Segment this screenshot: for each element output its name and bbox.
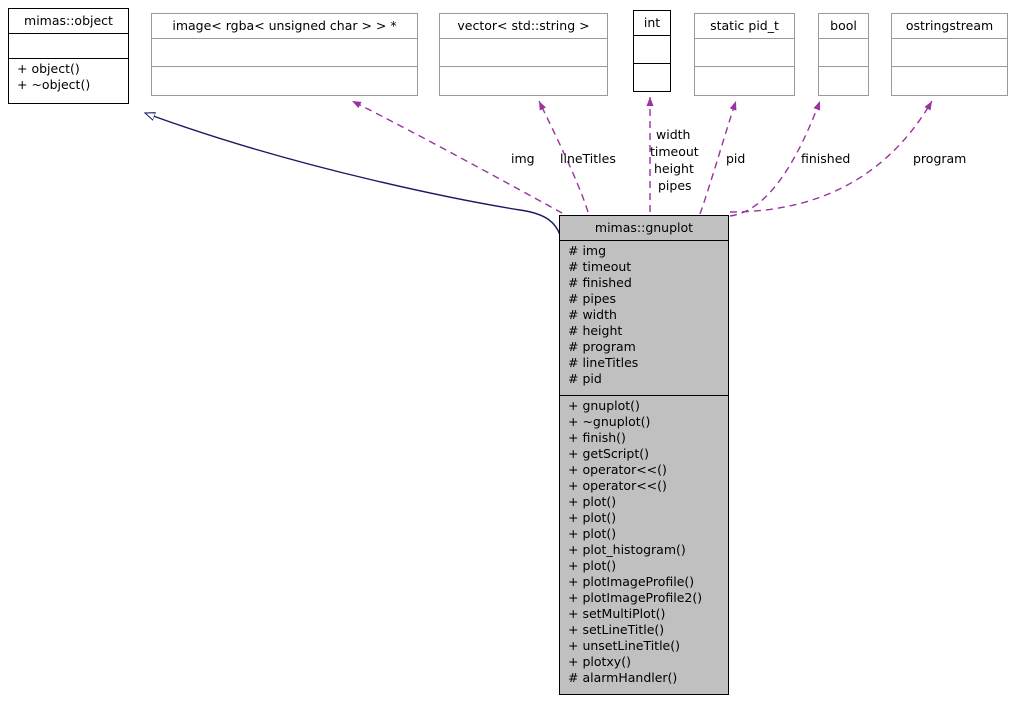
attribute-row: # finished <box>568 274 632 290</box>
methods-compartment-ostringstream <box>892 67 1007 95</box>
method-row: + gnuplot() <box>568 397 640 413</box>
attribute-row: # width <box>568 306 617 322</box>
class-box-image[interactable]: image< rgba< unsigned char > > * <box>151 13 418 96</box>
attributes-compartment-ostringstream <box>892 39 1007 67</box>
attribute-row: # pipes <box>568 290 616 306</box>
method-row: + object() <box>17 60 80 76</box>
method-row: + operator<<() <box>568 477 667 493</box>
method-row: + plot() <box>568 557 617 573</box>
methods-compartment-object: + object() + ~object() <box>9 59 128 103</box>
class-box-object[interactable]: mimas::object + object() + ~object() <box>8 8 129 104</box>
method-row: # alarmHandler() <box>568 669 678 685</box>
attribute-row: # height <box>568 322 623 338</box>
class-box-pid-t[interactable]: static pid_t <box>694 13 795 96</box>
edge-label-width: width <box>656 127 691 142</box>
method-row: + unsetLineTitle() <box>568 637 680 653</box>
method-row: + plot_histogram() <box>568 541 686 557</box>
method-row: + plotImageProfile2() <box>568 589 703 605</box>
edge-label-pid: pid <box>726 151 746 166</box>
attributes-compartment-gnuplot: # img # timeout # finished # pipes # wid… <box>560 241 728 395</box>
class-box-vector-string[interactable]: vector< std::string > <box>439 13 608 96</box>
method-row: + plotxy() <box>568 653 631 669</box>
edge-label-img: img <box>511 151 535 166</box>
method-row: + setLineTitle() <box>568 621 665 637</box>
attributes-compartment-object <box>9 34 128 58</box>
attributes-compartment-pid-t <box>695 39 794 67</box>
methods-compartment-vector-string <box>440 67 607 95</box>
class-title-vector-string: vector< std::string > <box>457 18 590 33</box>
edge-label-lineTitles: lineTitles <box>560 151 616 166</box>
class-title-bool: bool <box>830 18 857 33</box>
method-row: + operator<<() <box>568 461 667 477</box>
attribute-row: # lineTitles <box>568 354 639 370</box>
method-row: + finish() <box>568 429 626 445</box>
method-row: + plot() <box>568 509 617 525</box>
methods-compartment-gnuplot: + gnuplot() + ~gnuplot() + finish() + ge… <box>560 396 728 694</box>
method-row: + plotImageProfile() <box>568 573 695 589</box>
method-row: + setMultiPlot() <box>568 605 666 621</box>
method-row: + plot() <box>568 493 617 509</box>
methods-compartment-image <box>152 67 417 95</box>
class-box-bool[interactable]: bool <box>818 13 869 96</box>
edge-label-program: program <box>913 151 967 166</box>
attribute-row: # img <box>568 242 607 258</box>
edge-inheritance-object <box>145 113 561 236</box>
attributes-compartment-vector-string <box>440 39 607 67</box>
class-box-ostringstream[interactable]: ostringstream <box>891 13 1008 96</box>
edge-label-timeout: timeout <box>650 144 699 159</box>
attribute-row: # pid <box>568 370 602 386</box>
class-title-int: int <box>643 15 661 30</box>
class-box-int[interactable]: int <box>633 10 671 92</box>
method-row: + plot() <box>568 525 617 541</box>
class-title-gnuplot: mimas::gnuplot <box>560 216 728 240</box>
methods-compartment-bool <box>819 67 868 95</box>
attributes-compartment-image <box>152 39 417 67</box>
uml-collaboration-diagram: mimas::object + object() + ~object() ima… <box>0 0 1016 703</box>
edge-label-finished: finished <box>801 151 851 166</box>
method-row: + getScript() <box>568 445 649 461</box>
methods-compartment-pid-t <box>695 67 794 95</box>
edge-label-pipes: pipes <box>658 178 692 193</box>
methods-compartment-int <box>634 64 670 91</box>
attribute-row: # program <box>568 338 636 354</box>
attributes-compartment-int <box>634 36 670 63</box>
class-title-image: image< rgba< unsigned char > > * <box>172 18 397 33</box>
attributes-compartment-bool <box>819 39 868 67</box>
edge-layer <box>0 97 933 236</box>
method-row: + ~object() <box>17 76 91 92</box>
method-row: + ~gnuplot() <box>568 413 651 429</box>
attribute-row: # timeout <box>568 258 632 274</box>
class-title-pid-t: static pid_t <box>710 18 779 33</box>
class-box-gnuplot[interactable]: mimas::gnuplot # img # timeout # finishe… <box>559 215 729 695</box>
edge-label-height: height <box>654 161 694 176</box>
class-title-ostringstream: ostringstream <box>905 18 994 33</box>
class-title-object: mimas::object <box>24 13 113 28</box>
